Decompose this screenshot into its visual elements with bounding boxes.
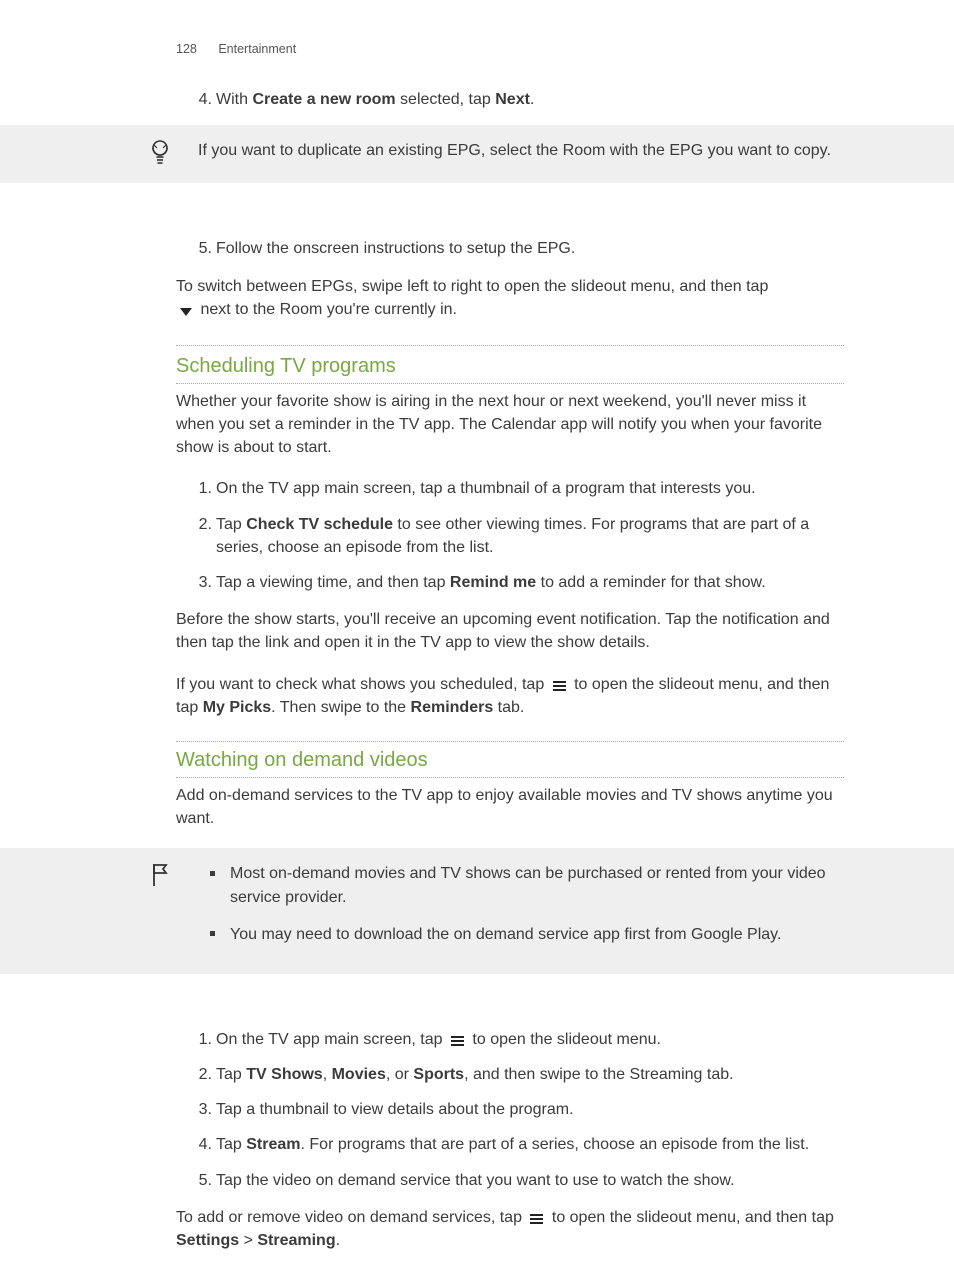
ondemand-outro: To add or remove video on demand service…	[176, 1206, 844, 1252]
switch-epg-para: To switch between EPGs, swipe left to ri…	[176, 275, 844, 321]
ondemand-step-5: 5. Tap the video on demand service that …	[176, 1169, 844, 1192]
schedule-steps: 1. On the TV app main screen, tap a thum…	[176, 477, 844, 594]
header-line: 128 Entertainment	[176, 40, 844, 58]
note-bullet-2: You may need to download the on demand s…	[206, 923, 844, 946]
tip-callout: If you want to duplicate an existing EPG…	[0, 125, 954, 183]
menu-icon	[549, 676, 570, 693]
section-title-scheduling: Scheduling TV programs	[176, 345, 844, 384]
schedule-step-2: 2. Tap Check TV schedule to see other vi…	[176, 513, 844, 559]
step-text: With Create a new room selected, tap Nex…	[216, 91, 534, 108]
page-number: 128	[176, 42, 197, 56]
content-ondemand-steps: 1. On the TV app main screen, tap to ope…	[176, 988, 844, 1252]
tip-text: If you want to duplicate an existing EPG…	[198, 142, 831, 159]
content-after-tip: 5. Follow the onscreen instructions to s…	[176, 197, 844, 830]
menu-icon	[526, 1209, 547, 1226]
schedule-check: If you want to check what shows you sche…	[176, 673, 844, 719]
note-callout: Most on-demand movies and TV shows can b…	[0, 848, 954, 974]
ondemand-step-3: 3. Tap a thumbnail to view details about…	[176, 1098, 844, 1121]
triangle-down-icon	[176, 301, 200, 318]
note-bullet-1: Most on-demand movies and TV shows can b…	[206, 862, 844, 908]
page-header: 128 Entertainment 4. With Create a new r…	[176, 0, 844, 111]
menu-icon	[447, 1031, 468, 1048]
ondemand-steps: 1. On the TV app main screen, tap to ope…	[176, 1028, 844, 1192]
step-5: 5. Follow the onscreen instructions to s…	[176, 237, 844, 260]
schedule-intro: Whether your favorite show is airing in …	[176, 390, 844, 460]
step-4: 4. With Create a new room selected, tap …	[176, 88, 844, 111]
schedule-step-1: 1. On the TV app main screen, tap a thum…	[176, 477, 844, 500]
ondemand-intro: Add on-demand services to the TV app to …	[176, 784, 844, 830]
header-section: Entertainment	[218, 42, 296, 56]
ondemand-step-2: 2. Tap TV Shows, Movies, or Sports, and …	[176, 1063, 844, 1086]
flag-icon	[150, 862, 170, 895]
steps-5: 5. Follow the onscreen instructions to s…	[176, 237, 844, 260]
step-num: 5.	[190, 237, 212, 260]
lightbulb-icon	[150, 139, 170, 174]
ondemand-step-4: 4. Tap Stream. For programs that are par…	[176, 1133, 844, 1156]
step-text: Follow the onscreen instructions to setu…	[216, 240, 575, 257]
ondemand-step-1: 1. On the TV app main screen, tap to ope…	[176, 1028, 844, 1051]
section-title-ondemand: Watching on demand videos	[176, 741, 844, 778]
page-root: 128 Entertainment 4. With Create a new r…	[0, 0, 954, 1252]
steps-top: 4. With Create a new room selected, tap …	[176, 88, 844, 111]
schedule-after: Before the show starts, you'll receive a…	[176, 608, 844, 654]
step-num: 4.	[190, 88, 212, 111]
schedule-step-3: 3. Tap a viewing time, and then tap Remi…	[176, 571, 844, 594]
note-bullets: Most on-demand movies and TV shows can b…	[206, 862, 844, 946]
